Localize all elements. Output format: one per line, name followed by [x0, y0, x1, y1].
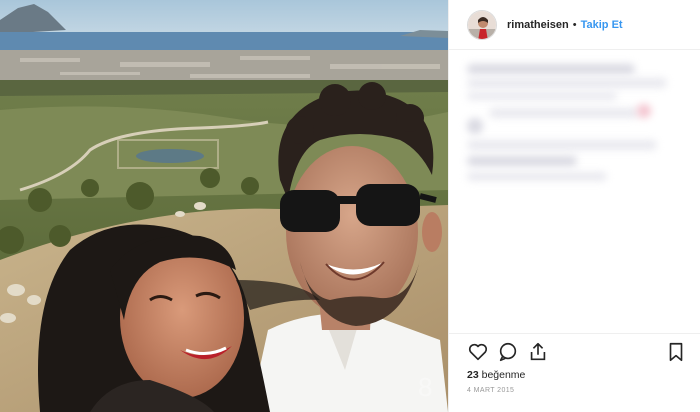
blurred-comment-line: [489, 108, 639, 118]
likes-count[interactable]: 23 beğenme: [467, 369, 525, 381]
comment-icon[interactable]: [497, 341, 519, 363]
post-photo[interactable]: 8: [0, 0, 448, 412]
blurred-caption-line: [467, 64, 635, 74]
separator-dot: •: [572, 18, 577, 31]
likes-word: beğenme: [481, 369, 526, 381]
blurred-caption-line: [467, 92, 617, 100]
heart-icon[interactable]: [467, 341, 489, 363]
blurred-emoji: [637, 104, 651, 118]
post-header: rimatheisen • Takip Et: [449, 0, 700, 50]
blurred-comment-line: [467, 172, 607, 181]
blurred-comment-line: [467, 140, 657, 150]
bookmark-icon[interactable]: [665, 341, 687, 363]
comments-area: [449, 52, 700, 332]
username-link[interactable]: rimatheisen: [507, 19, 569, 31]
avatar[interactable]: [467, 9, 497, 40]
blurred-comment-avatar: [467, 118, 483, 134]
follow-button[interactable]: Takip Et: [581, 19, 623, 31]
blurred-caption-line: [467, 78, 667, 88]
instagram-post-card: 8 rimatheisen • Takip Et 23 beğenme 4 MA…: [0, 0, 700, 412]
post-date: 4 MART 2015: [467, 387, 515, 394]
post-side-panel: rimatheisen • Takip Et 23 beğenme 4 MART…: [448, 0, 700, 412]
blurred-comment-line: [467, 156, 577, 166]
likes-number: 23: [467, 369, 479, 381]
svg-text:8: 8: [418, 372, 432, 402]
post-actions: 23 beğenme 4 MART 2015: [449, 333, 700, 412]
share-icon[interactable]: [527, 341, 549, 363]
